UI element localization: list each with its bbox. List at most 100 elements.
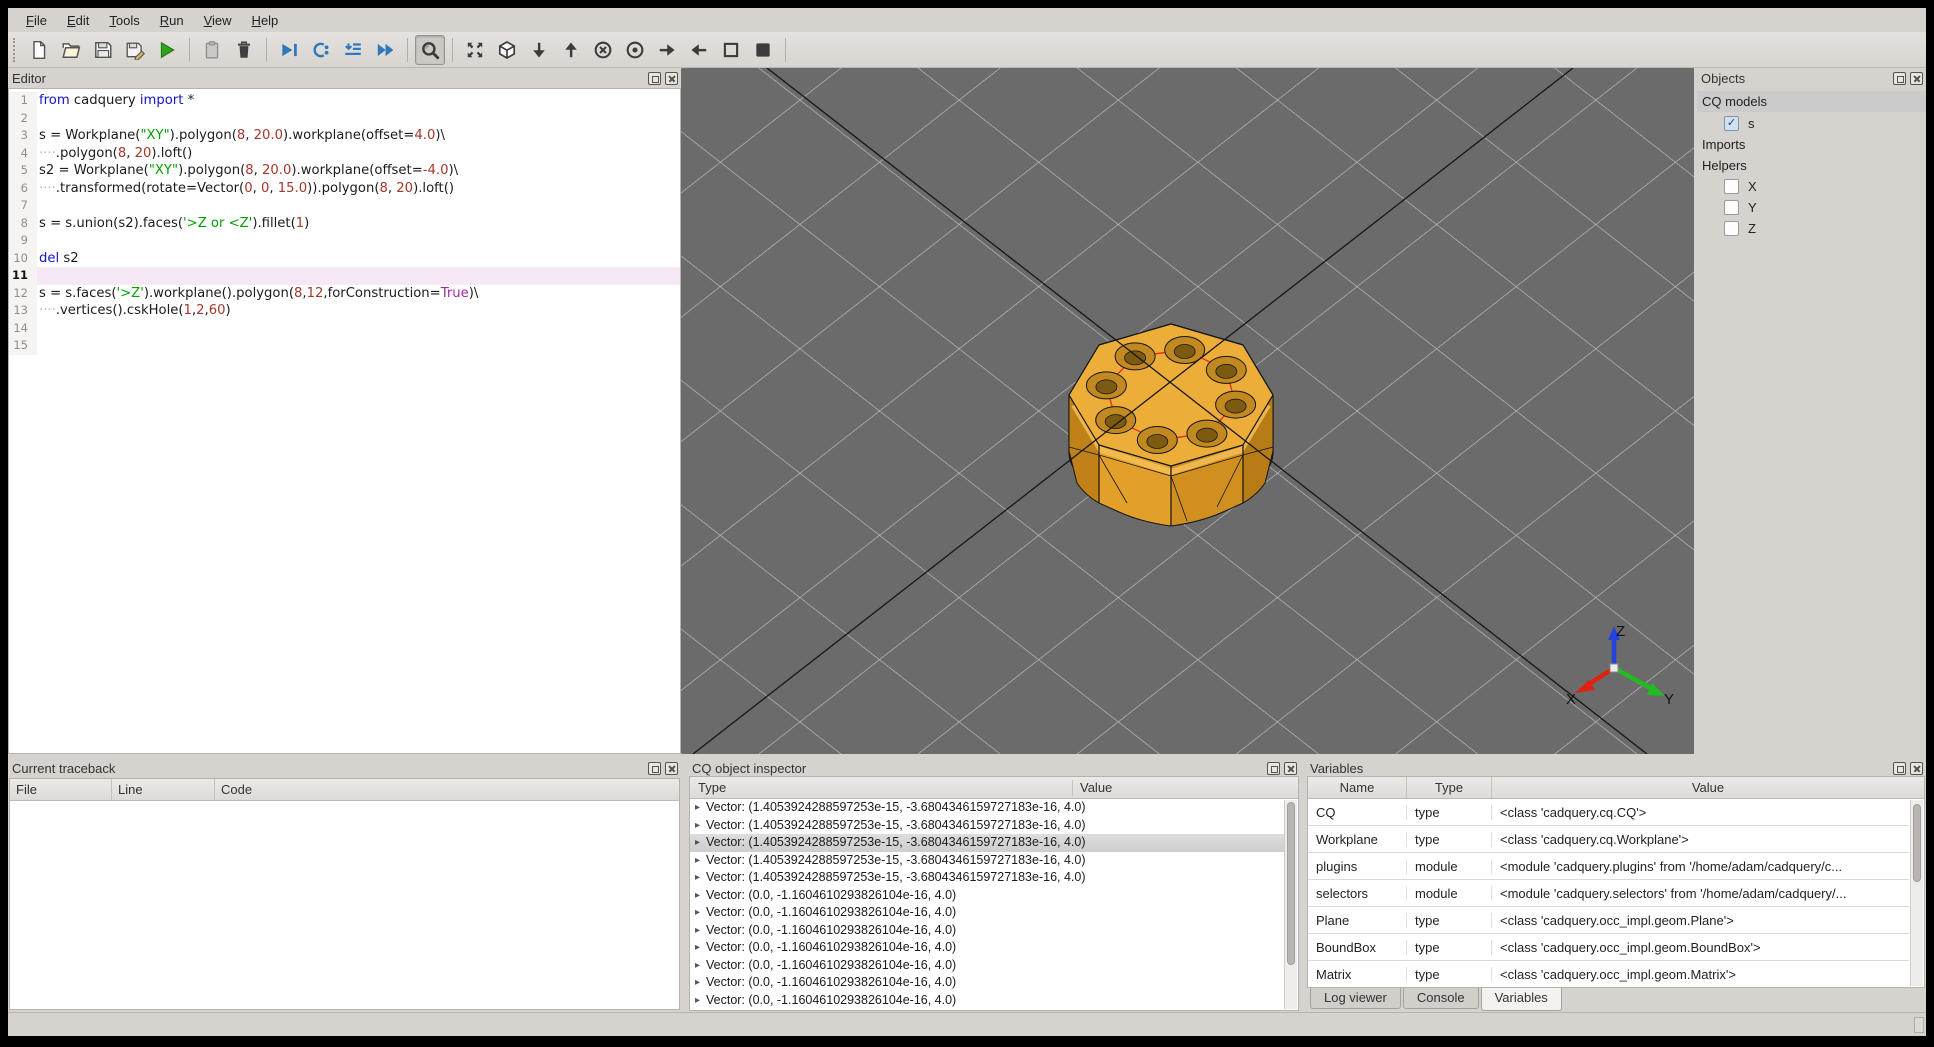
- objects-item-y[interactable]: Y: [1697, 197, 1926, 218]
- debug-button[interactable]: [274, 35, 304, 65]
- bottom-view-button[interactable]: [524, 35, 554, 65]
- menu-view[interactable]: View: [194, 10, 242, 31]
- objects-item-x[interactable]: X: [1697, 176, 1926, 197]
- front-view-button[interactable]: [588, 35, 618, 65]
- inspector-scrollbar[interactable]: [1284, 800, 1297, 1009]
- scrollbar-thumb[interactable]: [1287, 802, 1295, 966]
- render-button[interactable]: [197, 35, 227, 65]
- expand-arrow-icon[interactable]: ▸: [695, 869, 700, 887]
- open-file-button[interactable]: [56, 35, 86, 65]
- back-view-button[interactable]: [620, 35, 650, 65]
- inspector-row[interactable]: ▸ Vector: (1.4053924288597253e-15, -3.680…: [690, 834, 1284, 852]
- variable-row-plugins[interactable]: plugins module <module 'cadquery.plugins' …: [1308, 853, 1909, 880]
- expand-arrow-icon[interactable]: ▸: [695, 957, 700, 975]
- float-button[interactable]: [1267, 761, 1280, 775]
- column-header-code[interactable]: Code: [215, 779, 679, 800]
- float-button[interactable]: [648, 761, 661, 775]
- expand-arrow-icon[interactable]: ▸: [695, 992, 700, 1010]
- tab-log-viewer[interactable]: Log viewer: [1310, 988, 1401, 1009]
- objects-item-cq-models[interactable]: CQ models: [1697, 91, 1926, 112]
- inspector-row[interactable]: ▸ Vector: (0.0, -1.1604610293826104e-16, …: [690, 939, 1284, 957]
- variable-row-workplane[interactable]: Workplane type <class 'cadquery.cq.Workpla…: [1308, 826, 1909, 853]
- viewport-3d[interactable]: Z X Y: [681, 68, 1694, 754]
- close-icon[interactable]: [665, 761, 678, 775]
- inspector-row[interactable]: ▸ Vector: (1.4053924288597253e-15, -3.680…: [690, 817, 1284, 835]
- column-header-file[interactable]: File: [10, 779, 112, 800]
- fit-view-button[interactable]: [460, 35, 490, 65]
- expand-arrow-icon[interactable]: ▸: [695, 887, 700, 905]
- save-button[interactable]: [88, 35, 118, 65]
- objects-item-z[interactable]: Z: [1697, 218, 1926, 239]
- checkbox-x[interactable]: [1724, 179, 1739, 194]
- menu-edit[interactable]: Edit: [57, 10, 99, 31]
- objects-item-imports[interactable]: Imports: [1697, 134, 1926, 155]
- variable-row-boundbox[interactable]: BoundBox type <class 'cadquery.occ_impl.ge…: [1308, 934, 1909, 961]
- continue-button[interactable]: [370, 35, 400, 65]
- variable-row-matrix[interactable]: Matrix type <class 'cadquery.occ_impl.geom…: [1308, 961, 1909, 987]
- objects-item-helpers[interactable]: Helpers: [1697, 155, 1926, 176]
- variable-row-cq[interactable]: CQ type <class 'cadquery.cq.CQ'>: [1308, 799, 1909, 826]
- inspector-row[interactable]: ▸ Vector: (0.0, -1.1604610293826104e-16, …: [690, 887, 1284, 905]
- inspector-row[interactable]: ▸ Vector: (0.0, -1.1604610293826104e-16, …: [690, 1009, 1284, 1010]
- expand-arrow-icon[interactable]: ▸: [695, 939, 700, 957]
- checkbox-z[interactable]: [1724, 221, 1739, 236]
- delete-button[interactable]: [229, 35, 259, 65]
- column-header-value[interactable]: Value: [1492, 777, 1924, 798]
- expand-arrow-icon[interactable]: ▸: [695, 1009, 700, 1010]
- close-icon[interactable]: [1284, 761, 1297, 775]
- variables-scrollbar[interactable]: [1910, 800, 1923, 986]
- float-button[interactable]: [648, 71, 661, 85]
- close-icon[interactable]: [665, 71, 678, 85]
- scrollbar-thumb[interactable]: [1913, 804, 1921, 883]
- column-header-value[interactable]: Value: [1080, 780, 1112, 795]
- float-button[interactable]: [1893, 71, 1906, 85]
- objects-item-s[interactable]: ✓ s: [1697, 113, 1926, 134]
- expand-arrow-icon[interactable]: ▸: [695, 922, 700, 940]
- run-button[interactable]: [152, 35, 182, 65]
- new-file-button[interactable]: [24, 35, 54, 65]
- close-icon[interactable]: [1910, 761, 1923, 775]
- menu-help[interactable]: Help: [242, 10, 289, 31]
- variable-row-selectors[interactable]: selectors module <module 'cadquery.selecto…: [1308, 880, 1909, 907]
- save-as-button[interactable]: [120, 35, 150, 65]
- right-view-button[interactable]: [652, 35, 682, 65]
- column-header-line[interactable]: Line: [112, 779, 215, 800]
- shaded-button[interactable]: [748, 35, 778, 65]
- menu-file[interactable]: File: [16, 10, 57, 31]
- iso-view-button[interactable]: [492, 35, 522, 65]
- inspector-row[interactable]: ▸ Vector: (0.0, -1.1604610293826104e-16, …: [690, 904, 1284, 922]
- inspector-row[interactable]: ▸ Vector: (1.4053924288597253e-15, -3.680…: [690, 869, 1284, 887]
- column-header-name[interactable]: Name: [1308, 777, 1407, 798]
- top-view-button[interactable]: [556, 35, 586, 65]
- inspector-row[interactable]: ▸ Vector: (1.4053924288597253e-15, -3.680…: [690, 852, 1284, 870]
- variable-row-plane[interactable]: Plane type <class 'cadquery.occ_impl.geom.…: [1308, 907, 1909, 934]
- expand-arrow-icon[interactable]: ▸: [695, 974, 700, 992]
- menu-tools[interactable]: Tools: [99, 10, 149, 31]
- column-header-type[interactable]: Type: [1407, 777, 1492, 798]
- step-into-button[interactable]: [338, 35, 368, 65]
- column-header-type[interactable]: Type: [698, 780, 726, 795]
- wireframe-button[interactable]: [716, 35, 746, 65]
- inspect-button[interactable]: [415, 34, 445, 65]
- code-editor[interactable]: 1 from cadquery import * 2 3 s = Workplane("…: [8, 88, 681, 754]
- step-button[interactable]: [306, 35, 336, 65]
- menu-run[interactable]: Run: [150, 10, 194, 31]
- left-view-button[interactable]: [684, 35, 714, 65]
- inspector-row[interactable]: ▸ Vector: (1.4053924288597253e-15, -3.680…: [690, 799, 1284, 817]
- inspector-row[interactable]: ▸ Vector: (0.0, -1.1604610293826104e-16, …: [690, 957, 1284, 975]
- tab-variables[interactable]: Variables: [1480, 988, 1562, 1011]
- expand-arrow-icon[interactable]: ▸: [695, 852, 700, 870]
- expand-arrow-icon[interactable]: ▸: [695, 904, 700, 922]
- close-icon[interactable]: [1910, 71, 1923, 85]
- expand-arrow-icon[interactable]: ▸: [695, 817, 700, 835]
- expand-arrow-icon[interactable]: ▸: [695, 834, 700, 852]
- inspector-row[interactable]: ▸ Vector: (0.0, -1.1604610293826104e-16, …: [690, 974, 1284, 992]
- inspector-row[interactable]: ▸ Vector: (0.0, -1.1604610293826104e-16, …: [690, 992, 1284, 1010]
- tab-console[interactable]: Console: [1402, 988, 1479, 1009]
- toolbar-grip[interactable]: [13, 37, 17, 62]
- checkbox-s[interactable]: ✓: [1724, 116, 1739, 131]
- checkbox-y[interactable]: [1724, 200, 1739, 215]
- inspector-row[interactable]: ▸ Vector: (0.0, -1.1604610293826104e-16, …: [690, 922, 1284, 940]
- resize-grip[interactable]: [1914, 1017, 1924, 1033]
- float-button[interactable]: [1893, 761, 1906, 775]
